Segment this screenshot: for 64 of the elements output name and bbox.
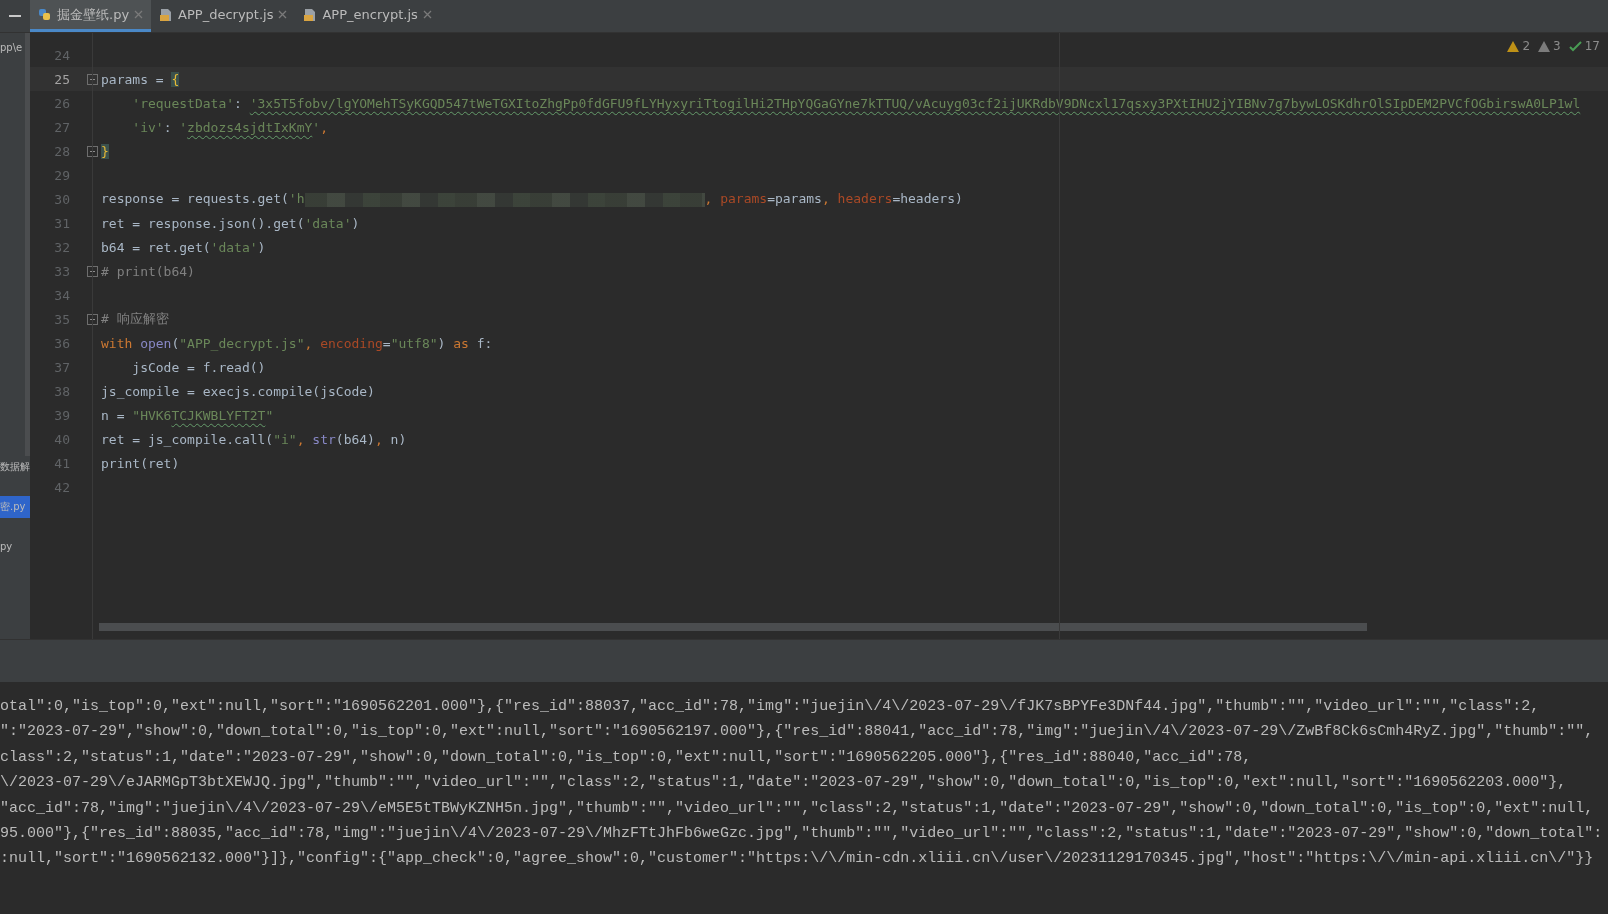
- code-line: # print(b64): [101, 263, 195, 279]
- line-number: 37: [53, 359, 71, 375]
- tree-item[interactable]: 密.py: [0, 496, 30, 518]
- line-number: 25: [53, 71, 71, 87]
- line-number: 42: [53, 479, 71, 495]
- console-output-line: :null,"sort":"1690562132.000"}]},"config":{"app_check":0,"agree_show":0,"customer":"https:\/\/min-cdn.xliii.cn\/user\/20231129170345.jpg","host":"https:\/\/min-api.xliii.cn\/"}}: [0, 849, 1595, 870]
- line-number: 32: [53, 239, 71, 255]
- tree-item[interactable]: pp\e: [0, 37, 30, 59]
- console-output-line: "acc_id":78,"img":"juejin\/4\/2023-07-29\/eM5E5tTBWyKZNH5n.jpg","thumb":"","video_url":"","class":2,"status":1,"date":"2023-07-29","show":0,"down_total":0,"is_top":0,"ext":null,: [0, 798, 1595, 819]
- editor-tab[interactable]: APP_encrypt.js: [295, 0, 440, 32]
- close-icon[interactable]: [422, 10, 432, 19]
- console-output-line: 95.000"},{"res_id":88035,"acc_id":78,"img":"juejin\/4\/2023-07-29\/MhzFTtJhFb6weGzc.jpg","thumb":"","video_url":"","class":2,"status":1,"date":"2023-07-29","show":0,"down_total":: [0, 823, 1604, 844]
- code-line: ret = response.json().get('data'): [101, 215, 360, 231]
- scrollbar[interactable]: [99, 623, 1367, 631]
- warning-icon[interactable]: [1507, 40, 1520, 52]
- code-line: jsCode = f.read(): [131, 359, 266, 375]
- line-number: 38: [53, 383, 71, 399]
- code-line: 'iv': 'zbdozs4sjdtIxKmY',: [131, 119, 328, 135]
- line-number: 35: [53, 311, 71, 327]
- line-number: 26: [53, 95, 71, 111]
- js-file-icon: [303, 7, 318, 22]
- console-output-line: class":2,"status":1,"date":"2023-07-29","show":0,"down_total":0,"is_top":0,"ext":null,"sort":"1690562205.000"},{"res_id":88040,"acc_id":78,: [0, 747, 1253, 768]
- code-line: js_compile = execjs.compile(jsCode): [101, 383, 375, 399]
- code-line: b64 = ret.get('data'): [101, 239, 266, 255]
- tree-item[interactable]: 数据解: [0, 456, 30, 478]
- line-number: 29: [53, 167, 71, 183]
- console-output-line: \/2023-07-29\/eJARMGpT3btXEWJQ.jpg","thumb":"","video_url":"","class":2,"status":1,"date":"2023-07-29","show":0,"down_total":0,"is_top":0,"ext":null,"sort":"1690562203.000"},: [0, 773, 1568, 794]
- code-line: # 响应解密: [101, 310, 169, 328]
- code-line: ret = js_compile.call("i", str(b64), n): [101, 431, 407, 447]
- line-number: 30: [53, 191, 71, 207]
- python-file-icon: [38, 7, 52, 22]
- line-number: 41: [53, 455, 71, 471]
- close-icon[interactable]: [278, 10, 288, 19]
- code-line: with open("APP_decrypt.js", encoding="utf8") as f:: [101, 335, 493, 351]
- tree-item[interactable]: py: [0, 536, 30, 558]
- fold-icon[interactable]: [87, 73, 98, 85]
- line-number: 28: [53, 143, 71, 159]
- inspection-count: 2: [1522, 39, 1531, 53]
- line-number: 24: [53, 47, 71, 63]
- line-number: 40: [53, 431, 71, 447]
- fold-icon[interactable]: [87, 313, 98, 325]
- line-number: 31: [53, 215, 71, 231]
- console-output-line: ":"2023-07-29","show":0,"down_total":0,"is_top":0,"ext":null,"sort":"1690562197.000"},{"res_id":88041,"acc_id":78,"img":"juejin\/4\/2023-07-29\/ZwBf8Ck6sCmh4RyZ.jpg","thumb":"",: [0, 722, 1595, 743]
- js-file-icon: [159, 7, 174, 22]
- code-line: params = {: [101, 71, 180, 87]
- code-line: response = requests.get('h , params=params, headers=headers): [101, 191, 963, 207]
- line-number: 34: [53, 287, 71, 303]
- console-output-line: otal":0,"is_top":0,"ext":null,"sort":"1690562201.000"},{"res_id":88037,"acc_id":78,"img":"juejin\/4\/2023-07-29\/fJK7sBPYFe3DNf44.jpg","thumb":"","video_url":"","class":2,: [0, 697, 1541, 717]
- editor-tab[interactable]: 掘金壁纸.py: [30, 0, 152, 32]
- code-line: print(ret): [101, 455, 180, 471]
- line-number: 27: [53, 119, 71, 135]
- warning-icon[interactable]: [1538, 40, 1551, 52]
- line-number: 39: [53, 407, 71, 423]
- fold-icon[interactable]: [87, 145, 98, 157]
- line-number: 33: [53, 263, 71, 279]
- inspection-count: 17: [1584, 39, 1600, 53]
- inspection-count: 3: [1553, 39, 1561, 53]
- fold-icon[interactable]: [87, 265, 98, 277]
- scrollbar[interactable]: [25, 33, 30, 456]
- editor-tab[interactable]: APP_decrypt.js: [151, 0, 296, 32]
- code-line: n = "HVK6TCJKWBLYFT2T": [101, 407, 274, 423]
- check-icon[interactable]: [1568, 40, 1582, 52]
- code-line: 'requestData': '3x5T5fobv/lgYOMehTSyKGQD547tWeTGXItoZhgPp0fdGFU9fLYHyxyriTtogilHi2THpYQGaGYne7kTTUQ/vAcuyg03cf2ijUKRdbV9DNcxl17qsxy3PXtIHU2jYIBNv7g7bywLOSKdhrOlSIpDEM2PVCfOGbirswA0LP1wl: [131, 95, 1581, 111]
- line-number: 36: [53, 335, 71, 351]
